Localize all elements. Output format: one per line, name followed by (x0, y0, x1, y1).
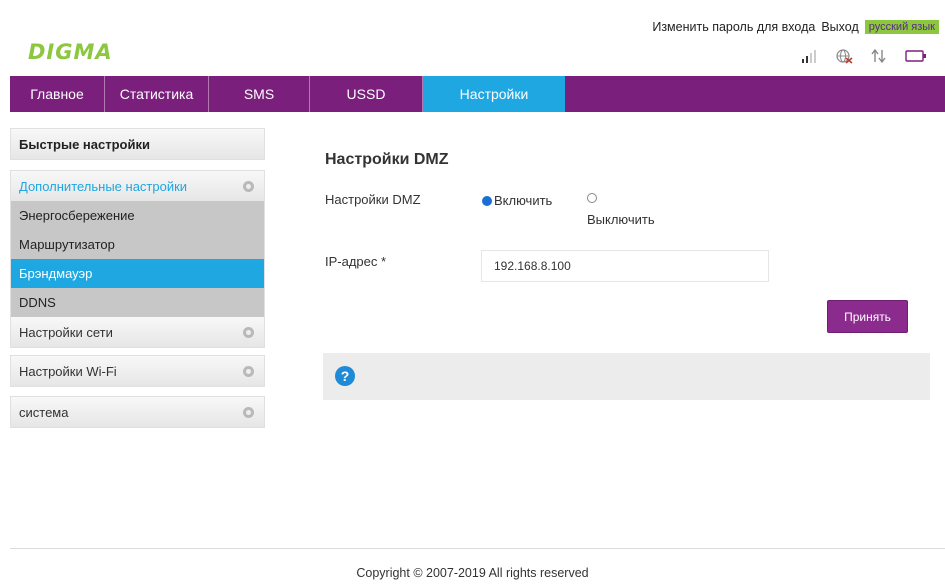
tab-main[interactable]: Главное (10, 76, 105, 112)
expand-icon (243, 180, 254, 192)
expand-icon (243, 365, 254, 377)
sidebar-wifi-label: Настройки Wi-Fi (19, 363, 117, 379)
sidebar-item-ddns[interactable]: DDNS (11, 288, 264, 317)
sidebar-advanced-settings[interactable]: Дополнительные настройки (11, 171, 264, 201)
sidebar-quick-settings[interactable]: Быстрые настройки (11, 129, 264, 159)
ip-address-input[interactable] (481, 250, 769, 282)
radio-unchecked-icon (587, 193, 597, 203)
page-title: Настройки DMZ (325, 151, 449, 168)
help-icon[interactable]: ? (335, 366, 355, 386)
logout-link[interactable]: Выход (821, 20, 858, 34)
sidebar-network-label: Настройки сети (19, 324, 113, 340)
expand-icon (243, 326, 254, 338)
globe-icon (835, 48, 853, 64)
dmz-disable-radio[interactable] (587, 193, 599, 203)
status-icons (801, 48, 927, 64)
sidebar-quick-label: Быстрые настройки (19, 136, 150, 152)
sidebar-quick-group: Быстрые настройки (10, 128, 265, 160)
sidebar-wifi-group: Настройки Wi-Fi (10, 355, 265, 387)
ip-address-label: IP-адрес * (325, 254, 387, 269)
tab-statistics[interactable]: Статистика (105, 76, 209, 112)
tab-ussd[interactable]: USSD (310, 76, 423, 112)
sidebar-wifi-settings[interactable]: Настройки Wi-Fi (11, 356, 264, 386)
radio-checked-icon (482, 195, 492, 206)
battery-icon (905, 49, 927, 63)
top-links: Изменить пароль для входа Выход русский … (652, 20, 939, 34)
sidebar-advanced-group: Дополнительные настройки Энергосбережени… (10, 170, 265, 348)
expand-icon (243, 406, 254, 418)
sidebar-system[interactable]: система (11, 397, 264, 427)
sidebar-item-power-saving[interactable]: Энергосбережение (11, 201, 264, 230)
dmz-enable-radio[interactable]: Включить (482, 193, 552, 208)
sidebar-item-firewall[interactable]: Брэндмауэр (11, 259, 264, 288)
main-nav: Главное Статистика SMS USSD Настройки (10, 76, 945, 112)
apply-button[interactable]: Принять (827, 300, 908, 333)
help-panel: ? (323, 353, 930, 400)
sidebar-network-settings[interactable]: Настройки сети (11, 317, 264, 347)
sidebar-system-group: система (10, 396, 265, 428)
tab-sms[interactable]: SMS (209, 76, 310, 112)
sidebar-advanced-label: Дополнительные настройки (19, 178, 188, 194)
sidebar-system-label: система (19, 404, 69, 420)
sidebar-item-router[interactable]: Маршрутизатор (11, 230, 264, 259)
dmz-label: Настройки DMZ (325, 192, 421, 207)
tab-settings[interactable]: Настройки (423, 76, 565, 112)
dmz-disable-label: Выключить (587, 212, 655, 227)
change-password-link[interactable]: Изменить пароль для входа (652, 20, 815, 34)
logo: DIGMA (28, 40, 113, 64)
language-select[interactable]: русский язык (864, 20, 939, 34)
signal-icon (801, 49, 817, 63)
data-transfer-icon (871, 49, 887, 63)
copyright: Copyright © 2007-2019 All rights reserve… (356, 566, 589, 580)
dmz-enable-label: Включить (494, 193, 553, 208)
footer-divider (10, 548, 945, 549)
